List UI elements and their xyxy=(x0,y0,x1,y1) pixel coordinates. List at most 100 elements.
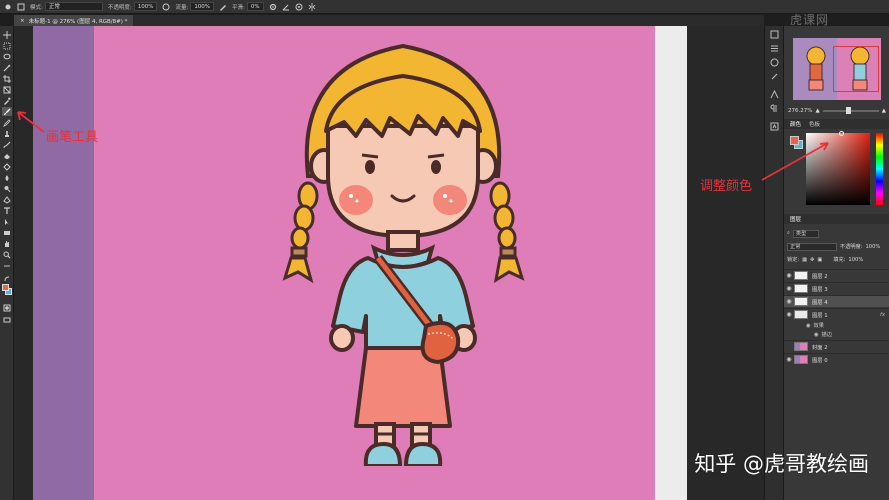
smoothing-options-gear-icon[interactable] xyxy=(269,3,277,11)
rectangle-tool-icon[interactable] xyxy=(2,228,12,237)
layer-row[interactable]: ◉ 图层 0 xyxy=(784,353,889,365)
flow-input[interactable]: 100% xyxy=(190,2,215,11)
brush-panel-icon[interactable] xyxy=(770,72,779,81)
layer-row[interactable]: 封面 2 xyxy=(784,340,889,352)
clone-stamp-tool-icon[interactable] xyxy=(2,129,12,138)
navigator-view-frame[interactable] xyxy=(833,46,879,92)
color-picker-ring[interactable] xyxy=(839,131,844,136)
airbrush-icon[interactable] xyxy=(219,3,227,11)
tab-swatches[interactable]: 色板 xyxy=(809,120,820,128)
type-tool-icon[interactable] xyxy=(2,206,12,215)
eye-icon[interactable]: ◉ xyxy=(814,332,819,338)
close-icon[interactable]: × xyxy=(20,18,25,24)
document-workspace[interactable] xyxy=(14,26,764,500)
paragraph-panel-icon[interactable] xyxy=(770,104,779,113)
magic-wand-tool-icon[interactable] xyxy=(2,63,12,72)
opacity-input[interactable]: 100% xyxy=(133,2,158,11)
layer-thumbnail xyxy=(794,271,808,280)
smooth-input[interactable]: 0% xyxy=(246,2,264,11)
flow-control[interactable]: 流量: 100% xyxy=(175,2,215,11)
pen-tool-icon[interactable] xyxy=(2,195,12,204)
layer-row[interactable]: ◉ 图层 1 fx xyxy=(784,308,889,320)
layer-thumbnail xyxy=(794,284,808,293)
lasso-tool-icon[interactable] xyxy=(2,52,12,61)
lock-all-icon[interactable]: ▣ xyxy=(817,257,822,263)
layer-row-selected[interactable]: ◉ 图层 4 xyxy=(784,295,889,307)
layer-opacity-value[interactable]: 100% xyxy=(866,244,881,250)
move-tool-icon[interactable] xyxy=(2,30,12,39)
canvas-left-band xyxy=(33,26,94,500)
tab-color[interactable]: 颜色 xyxy=(790,120,801,128)
zoom-slider-knob[interactable] xyxy=(846,107,852,114)
pressure-size-icon[interactable] xyxy=(295,3,303,11)
dodge-tool-icon[interactable] xyxy=(2,184,12,193)
layer-row[interactable]: ◉ 图层 3 xyxy=(784,282,889,294)
navigator-thumbnail[interactable] xyxy=(793,38,881,100)
layers-panel-tabs: 图层 xyxy=(784,214,889,224)
blur-tool-icon[interactable] xyxy=(2,173,12,182)
eye-icon[interactable]: ◉ xyxy=(784,298,794,305)
paint-bucket-tool-icon[interactable] xyxy=(2,162,12,171)
zoom-out-icon[interactable]: ▲ xyxy=(815,108,819,114)
search-icon[interactable]: ⌕ xyxy=(787,230,790,237)
pressure-opacity-icon[interactable] xyxy=(162,3,170,11)
color-saturation-field[interactable] xyxy=(806,133,870,205)
adjustments-panel-icon[interactable] xyxy=(770,58,779,67)
character-panel-icon[interactable] xyxy=(770,89,779,99)
eye-icon[interactable]: ◉ xyxy=(784,311,794,318)
tab-layers[interactable]: 图层 xyxy=(790,215,801,223)
eye-icon[interactable]: ◉ xyxy=(784,285,794,292)
mode-select[interactable]: 正常 xyxy=(44,2,103,11)
symmetry-icon[interactable] xyxy=(308,2,316,11)
layer-stroke-row[interactable]: ◉ 描边 xyxy=(814,330,832,339)
history-brush-tool-icon[interactable] xyxy=(2,140,12,149)
swap-colors-icon[interactable] xyxy=(2,274,12,283)
path-selection-tool-icon[interactable] xyxy=(2,217,12,226)
mode-control[interactable]: 模式: 正常 xyxy=(30,2,103,11)
foreground-color-swatch[interactable] xyxy=(2,284,9,291)
layer-effects-row[interactable]: ◉ 效果 xyxy=(806,321,824,330)
eraser-tool-icon[interactable] xyxy=(2,151,12,160)
eyedropper-tool-icon[interactable] xyxy=(2,96,12,105)
history-panel-icon[interactable] xyxy=(770,30,779,39)
more-tools-icon[interactable] xyxy=(2,261,12,270)
properties-panel-icon[interactable] xyxy=(770,44,779,53)
canvas[interactable] xyxy=(33,26,687,500)
zoom-slider[interactable] xyxy=(822,107,879,114)
fill-value[interactable]: 100% xyxy=(848,257,863,263)
brush-settings-icon[interactable] xyxy=(17,3,25,11)
navigator-zoom-row: 276.27% ▲ ▲ xyxy=(788,106,886,116)
hue-slider[interactable] xyxy=(876,133,883,205)
bottom-watermark: 知乎 @虎哥教绘画 xyxy=(694,452,869,476)
glyphs-panel-icon[interactable] xyxy=(770,122,779,131)
lock-position-icon[interactable]: ✥ xyxy=(810,257,814,263)
layer-row[interactable]: ◉ 图层 2 xyxy=(784,269,889,281)
eye-icon[interactable]: ◉ xyxy=(784,356,794,363)
eye-icon[interactable]: ◉ xyxy=(806,323,811,329)
document-tab[interactable]: × 未标题-1 @ 276% (图层 4, RGB/8#) * xyxy=(14,15,134,26)
zoom-tool-icon[interactable] xyxy=(2,250,12,259)
marquee-tool-icon[interactable] xyxy=(2,41,12,50)
angle-icon[interactable] xyxy=(282,3,290,11)
quick-mask-icon[interactable] xyxy=(2,303,12,312)
layer-name: 图层 4 xyxy=(812,299,828,306)
zoom-value[interactable]: 276.27% xyxy=(788,108,812,114)
hand-tool-icon[interactable] xyxy=(2,239,12,248)
brush-tool-icon[interactable] xyxy=(2,107,12,116)
blend-mode-select[interactable]: 正常 xyxy=(787,242,837,251)
layer-name: 图层 2 xyxy=(812,273,828,280)
crop-tool-icon[interactable] xyxy=(2,74,12,83)
color-panel-foreground-swatch[interactable] xyxy=(790,136,799,145)
opacity-control[interactable]: 不透明度: 100% xyxy=(108,2,158,11)
pencil-tool-icon[interactable] xyxy=(2,118,12,127)
screen-mode-icon[interactable] xyxy=(2,315,12,324)
zoom-in-icon[interactable]: ▲ xyxy=(882,108,886,114)
lock-pixels-icon[interactable]: ▦ xyxy=(802,257,807,263)
layer-filter-select[interactable]: 类型 xyxy=(792,229,819,238)
frame-tool-icon[interactable] xyxy=(2,85,12,94)
fill-label: 填充: xyxy=(833,257,846,263)
fx-icon[interactable]: fx xyxy=(880,312,889,318)
eye-icon[interactable]: ◉ xyxy=(784,272,794,279)
brush-preset-icon[interactable] xyxy=(4,3,12,11)
smooth-control[interactable]: 平滑: 0% xyxy=(232,2,264,11)
